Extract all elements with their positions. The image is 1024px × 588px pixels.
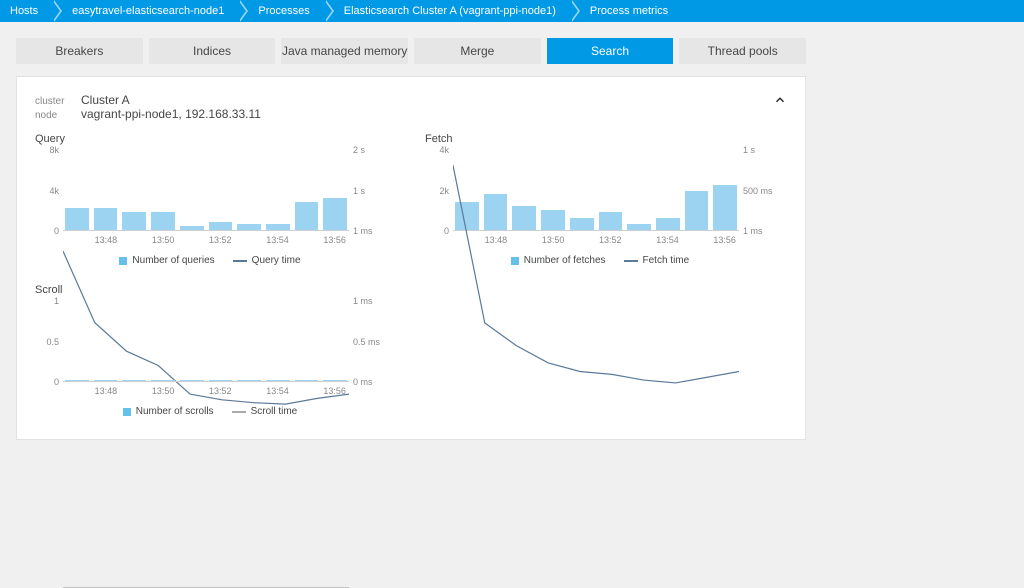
y-axis-left: 10.50	[35, 296, 59, 387]
chart-bars	[453, 151, 739, 230]
tab-indices[interactable]: Indices	[149, 38, 276, 64]
line-chart-icon	[233, 260, 247, 262]
chart-bars	[63, 151, 349, 230]
crumb-metrics[interactable]: Process metrics	[570, 0, 682, 22]
bar-chart-icon	[119, 257, 127, 265]
crumb-hosts[interactable]: Hosts	[0, 0, 52, 22]
chart-legend: Number of queries Query time	[35, 255, 385, 266]
node-value: vagrant-ppi-node1, 192.168.33.11	[81, 107, 261, 121]
chart-plot: 8k4k0 2 s1 s1 ms	[63, 151, 349, 231]
chart-bars	[63, 302, 349, 381]
tab-jvm[interactable]: Java managed memory	[281, 38, 408, 64]
x-axis: x13:48x13:50x13:52x13:54x13:56	[35, 386, 385, 396]
chart-fetch: Fetch 4k2k0 1 s500 ms1 ms x13:48x13:50x1…	[425, 133, 775, 266]
chart-title: Query	[35, 133, 385, 145]
crumb-process[interactable]: Elasticsearch Cluster A (vagrant-ppi-nod…	[324, 0, 570, 22]
node-label: node	[35, 110, 71, 121]
breadcrumb: Hosts easytravel-elasticsearch-node1 Pro…	[0, 0, 1024, 22]
line-chart-icon	[624, 260, 638, 262]
crumb-processes[interactable]: Processes	[238, 0, 323, 22]
tab-search[interactable]: Search	[547, 38, 674, 64]
node-meta: cluster Cluster A node vagrant-ppi-node1…	[35, 93, 787, 121]
crumb-host[interactable]: easytravel-elasticsearch-node1	[52, 0, 238, 22]
x-axis: x13:48x13:50x13:52x13:54x13:56	[425, 235, 775, 245]
line-chart-icon	[232, 411, 246, 413]
chart-scroll: Scroll 10.50 1 ms0.5 ms0 ms x13:48x13:50…	[35, 284, 385, 417]
tab-threadpools[interactable]: Thread pools	[679, 38, 806, 64]
cluster-label: cluster	[35, 96, 71, 107]
chart-title: Fetch	[425, 133, 775, 145]
bar-chart-icon	[511, 257, 519, 265]
tab-breakers[interactable]: Breakers	[16, 38, 143, 64]
y-axis-right: 1 s500 ms1 ms	[743, 145, 775, 236]
y-axis-right: 1 ms0.5 ms0 ms	[353, 296, 385, 387]
chart-title: Scroll	[35, 284, 385, 296]
chart-legend: Number of scrolls Scroll time	[35, 406, 385, 417]
collapse-toggle[interactable]	[773, 93, 787, 110]
chart-legend: Number of fetches Fetch time	[425, 255, 775, 266]
y-axis-left: 4k2k0	[425, 145, 449, 236]
chart-query: Query 8k4k0 2 s1 s1 ms x13:48x13:50x13:5…	[35, 133, 385, 266]
chart-plot: 4k2k0 1 s500 ms1 ms	[453, 151, 739, 231]
x-axis: x13:48x13:50x13:52x13:54x13:56	[35, 235, 385, 245]
y-axis-left: 8k4k0	[35, 145, 59, 236]
chart-plot: 10.50 1 ms0.5 ms0 ms	[63, 302, 349, 382]
chevron-up-icon	[773, 93, 787, 107]
metric-tabs: Breakers Indices Java managed memory Mer…	[16, 38, 806, 64]
tab-merge[interactable]: Merge	[414, 38, 541, 64]
y-axis-right: 2 s1 s1 ms	[353, 145, 385, 236]
bar-chart-icon	[123, 408, 131, 416]
metrics-card: cluster Cluster A node vagrant-ppi-node1…	[16, 76, 806, 440]
cluster-value: Cluster A	[81, 93, 130, 107]
